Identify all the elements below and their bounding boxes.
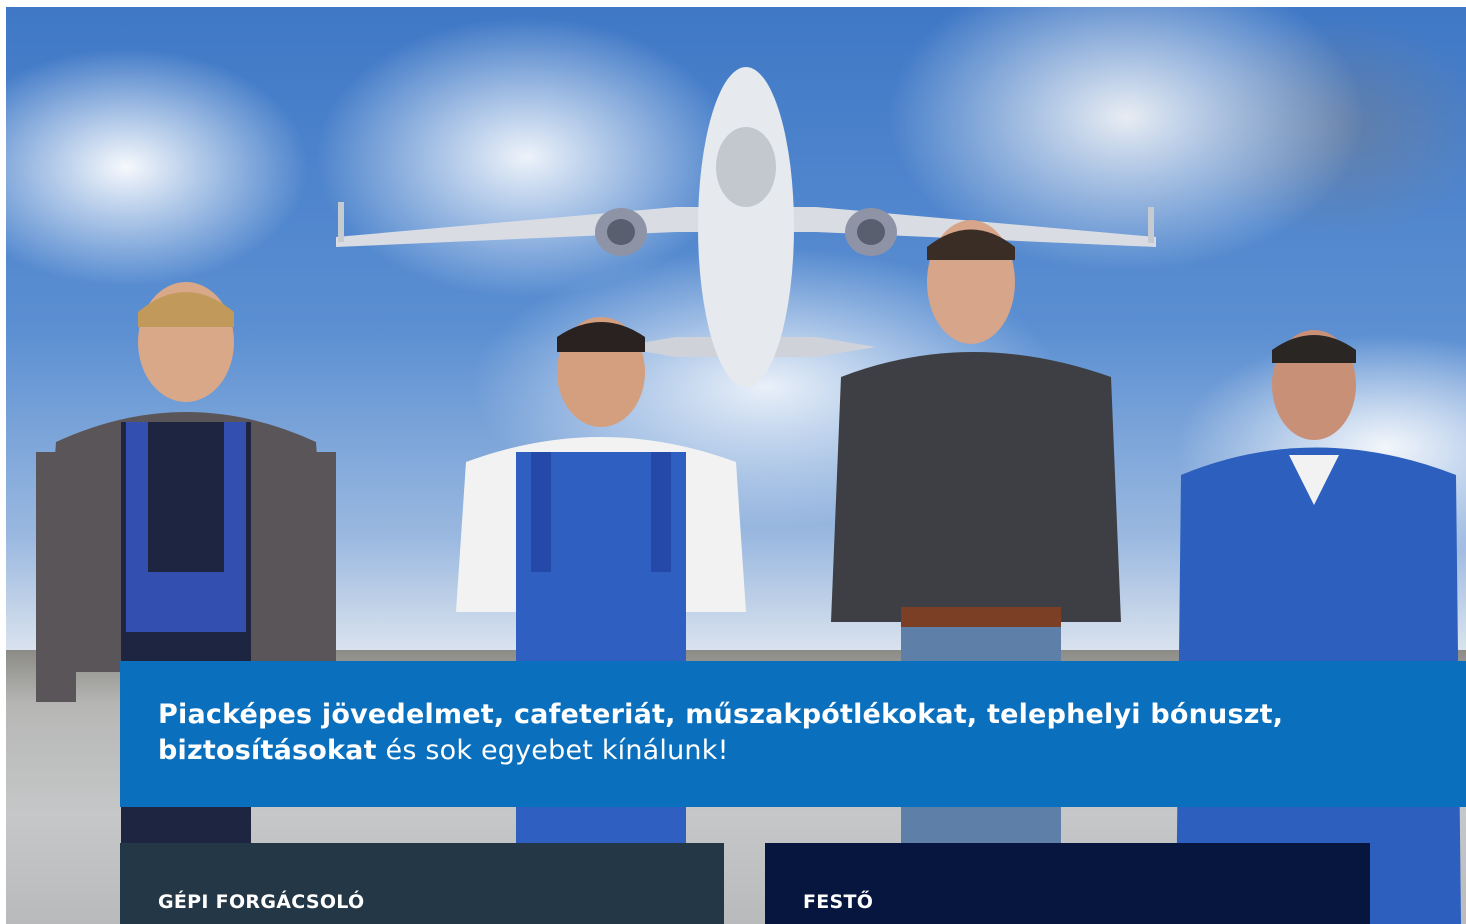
job-card-title: FESTŐ bbox=[803, 891, 874, 913]
worker-figure-1 bbox=[36, 282, 336, 922]
job-card-gepi-forgacsolo[interactable]: GÉPI FORGÁCSOLÓ bbox=[120, 843, 724, 924]
worker-figure-3 bbox=[831, 220, 1121, 924]
worker-figure-2 bbox=[456, 317, 746, 924]
job-card-festo[interactable]: FESTŐ bbox=[765, 843, 1370, 924]
benefits-banner: Piacképes jövedelmet, cafeteriát, műszak… bbox=[120, 661, 1466, 807]
benefits-banner-text: Piacképes jövedelmet, cafeteriát, műszak… bbox=[158, 697, 1426, 769]
worker-figure-4 bbox=[1176, 330, 1461, 924]
benefits-banner-regular-text: és sok egyebet kínálunk! bbox=[376, 735, 729, 766]
job-card-title: GÉPI FORGÁCSOLÓ bbox=[158, 891, 365, 913]
